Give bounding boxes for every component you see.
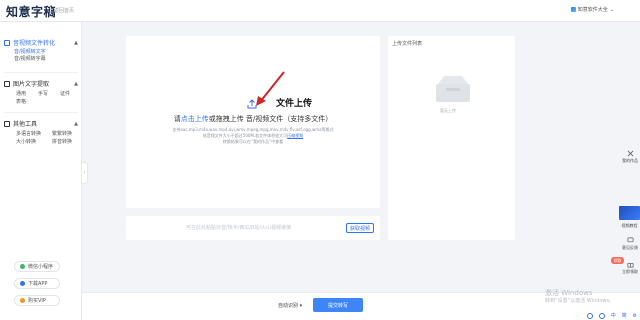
empty-list-text: 暂无上传: [440, 108, 456, 113]
brand-menu-label: 知意软件大全: [577, 7, 608, 13]
menu-item-av-to-text[interactable]: 音/视频转文字: [14, 48, 46, 55]
system-tray: 中 简 ⚙: [584, 311, 640, 320]
chevron-down-icon: ▾: [299, 303, 303, 309]
menu-group-label: 音视频文件转化: [13, 40, 56, 47]
file-list-panel: [388, 36, 515, 240]
sidebar-collapse-handle[interactable]: ›: [82, 162, 88, 184]
vip-icon: [20, 298, 25, 303]
upload-result-text: 转换结果可以在“我的作品”中查看: [222, 139, 284, 144]
menu-item-table[interactable]: 表格: [16, 98, 26, 105]
tutorial-tool-label[interactable]: 视频教程: [619, 223, 640, 229]
image-icon: [4, 80, 10, 87]
chevron-down-icon: ⌄: [609, 6, 614, 13]
video-link-input[interactable]: 可在此处粘贴抖音/快手/西瓜/B站/火山视频链接: [186, 224, 291, 231]
click-upload-link[interactable]: 点击上传: [181, 115, 209, 123]
menu-item-handwriting[interactable]: 手写: [38, 90, 48, 97]
menu-item-case[interactable]: 大小转换: [16, 138, 36, 145]
file-list-title: 上传文件列表: [392, 41, 423, 47]
back-home-link[interactable]: 返回首页: [50, 7, 74, 14]
menu-group-label: 其他工具: [13, 121, 38, 128]
menu-item-pinyin[interactable]: 拼音转换: [52, 138, 72, 145]
empty-box-icon: [436, 76, 470, 102]
promo-card[interactable]: [619, 206, 640, 220]
upload-size-text: 低音频文件大小不超过500M,若文件体积较大可压缩视频: [158, 133, 348, 138]
upload-icon[interactable]: [247, 99, 257, 109]
upload-size-pre: 低音频文件大小不超过500M,若文件体积较大可: [202, 133, 288, 138]
tool-label: 立即领取: [622, 269, 638, 274]
claim-tool[interactable]: 立即领取: [620, 261, 640, 275]
menu-item-traditional[interactable]: 繁繁转换: [52, 130, 72, 137]
menu-item-av-to-subtitle[interactable]: 音/视频转字幕: [14, 55, 46, 62]
chat-icon: [627, 237, 633, 243]
video-icon: [4, 39, 10, 46]
download-app-button[interactable]: 下载APP: [14, 278, 60, 289]
upload-instruction-pre: 请: [173, 115, 181, 123]
menu-item-multilang[interactable]: 多语言转换: [16, 130, 41, 137]
sidebar: 音视频文件转化 ▲ 音/视频转文字 音/视频转字幕 图片文字提取 ▲ 通用 手写…: [0, 22, 82, 320]
gift-icon: [627, 263, 633, 268]
my-works-tool[interactable]: 我的作品: [620, 150, 640, 164]
compress-video-link[interactable]: 压缩视频: [287, 133, 303, 138]
phone-icon: [20, 281, 25, 286]
annotation-label: 文件上传: [276, 99, 313, 109]
top-header: 知意字稿 返回首页 知意软件大全 ⌄: [0, 0, 640, 22]
settings-icon[interactable]: ⚙: [633, 313, 637, 319]
upload-instruction: 请点击上传或拖拽上传 音/视频文件（支持多文件）: [126, 114, 380, 124]
brand-menu[interactable]: 知意软件大全 ⌄: [570, 6, 614, 13]
ime-mode-simplified[interactable]: 简: [622, 312, 627, 319]
feedback-tool[interactable]: 意见反馈: [620, 237, 640, 251]
brand-icon: [570, 7, 576, 12]
upload-instruction-post: 或拖拽上传 音/视频文件（支持多文件）: [208, 115, 333, 123]
menu-group-label: 图片文字提取: [13, 81, 50, 88]
caret-up-icon: ▲: [74, 120, 78, 127]
button-label: 购买VIP: [28, 298, 46, 304]
windows-activate-hint: 转到“设置”以激活 Windows。: [545, 298, 615, 304]
tools-icon: [4, 120, 10, 127]
caret-up-icon: ▲: [74, 80, 78, 87]
tray-circle-icon[interactable]: [598, 312, 605, 319]
menu-group-other-tools[interactable]: 其他工具 ▲: [4, 119, 78, 128]
buy-vip-button[interactable]: 购买VIP: [14, 295, 60, 306]
wechat-icon: [20, 264, 25, 269]
menu-item-id-card[interactable]: 证件: [60, 90, 70, 97]
tray-circle-icon[interactable]: [586, 312, 593, 319]
wechat-miniapp-button[interactable]: 微信小程序: [14, 261, 60, 272]
app-logo[interactable]: 知意字稿: [6, 3, 56, 20]
get-video-button[interactable]: 获取视频: [346, 223, 374, 233]
upload-formats-text: 支持aac,mp3,m4a,wav,mp4,avi,wmv,mpeg,mpg,m…: [172, 127, 334, 132]
menu-group-av-convert[interactable]: 音视频文件转化 ▲: [4, 38, 78, 47]
tools-cross-icon: [627, 150, 633, 157]
button-label: 下载APP: [28, 281, 48, 287]
ime-mode-chinese[interactable]: 中: [611, 312, 616, 319]
caret-up-icon: ▲: [74, 39, 78, 46]
button-label: 微信小程序: [28, 264, 54, 270]
tool-label: 意见反馈: [622, 245, 638, 250]
divider: [4, 112, 78, 113]
menu-group-image-text[interactable]: 图片文字提取 ▲: [4, 79, 78, 88]
submit-transcribe-button[interactable]: 提交转写: [313, 298, 363, 312]
divider: [4, 72, 78, 73]
tool-label: 我的作品: [622, 158, 638, 163]
mode-select-value: 自动识别: [278, 303, 299, 309]
menu-item-general[interactable]: 通用: [16, 90, 26, 97]
recognition-mode-select[interactable]: 自动识别 ▾: [278, 302, 302, 309]
chevron-right-icon: ›: [83, 170, 86, 176]
